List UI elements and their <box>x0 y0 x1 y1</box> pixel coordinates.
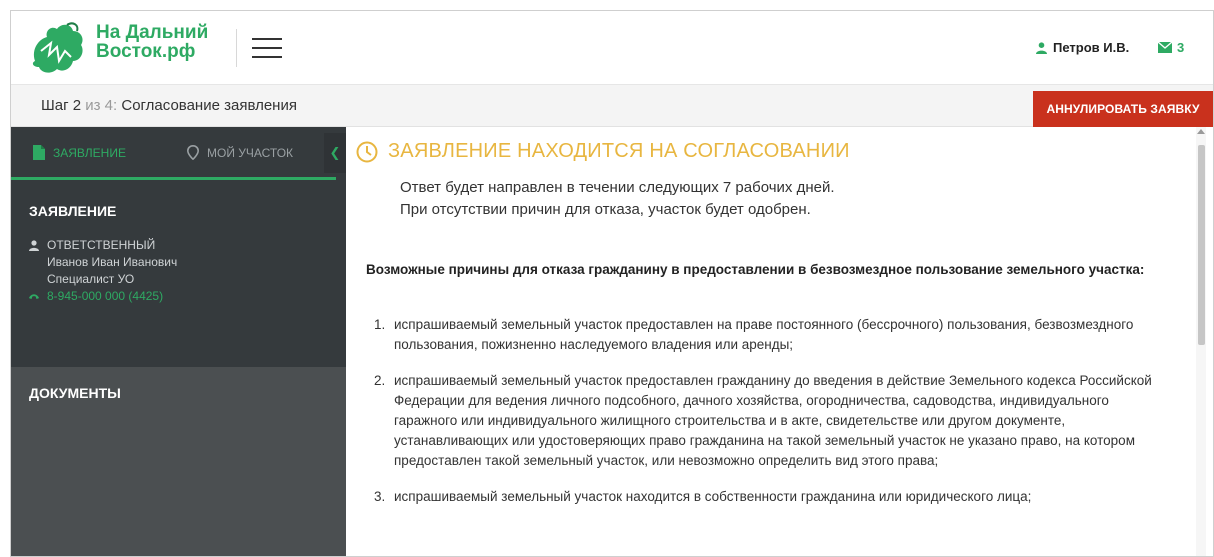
step-bar: Шаг 2 из 4: Согласование заявления АННУЛ… <box>11 85 1213 127</box>
reasons-title: Возможные причины для отказа гражданину … <box>366 262 1145 277</box>
header: На Дальний Восток.рф Петров И.В. 3 <box>11 11 1213 85</box>
brand-line-2: Восток.рф <box>96 41 196 62</box>
responsible-info: ОТВЕТСТВЕННЫЙ Иванов Иван Иванович Специ… <box>29 237 177 305</box>
menu-icon[interactable] <box>252 38 282 60</box>
envelope-icon <box>1158 42 1172 53</box>
map-pin-icon <box>187 145 199 160</box>
list-item: 2. испрашиваемый земельный участок предо… <box>374 371 1174 471</box>
clock-icon <box>356 141 378 162</box>
chevron-left-icon: ❮ <box>329 145 341 160</box>
user-icon <box>1036 41 1047 54</box>
list-item: 1. испрашиваемый земельный участок предо… <box>374 315 1174 355</box>
sidebar-tabs: ЗАЯВЛЕНИЕ МОЙ УЧАСТОК ❮ <box>11 127 346 180</box>
list-item-text: испрашиваемый земельный участок предоста… <box>394 373 1152 468</box>
step-title: Согласование заявления <box>121 97 297 114</box>
tab-application[interactable]: ЗАЯВЛЕНИЕ <box>33 145 126 160</box>
reasons-list: 1. испрашиваемый земельный участок предо… <box>374 315 1174 523</box>
step-of: из 4: <box>85 97 118 114</box>
scrollbar-thumb[interactable] <box>1198 145 1205 345</box>
scroll-up-icon[interactable] <box>1197 129 1205 134</box>
active-tab-indicator <box>11 177 336 180</box>
main-content: ЗАЯВЛЕНИЕ НАХОДИТСЯ НА СОГЛАСОВАНИИ Отве… <box>346 127 1206 556</box>
list-item: 3. испрашиваемый земельный участок наход… <box>374 487 1174 507</box>
responsible-role: Специалист УО <box>47 272 135 286</box>
list-item-number: 1. <box>374 317 386 332</box>
status-note: Ответ будет направлен в течении следующи… <box>400 177 835 221</box>
responsible-phone: 8-945-000 000 (4425) <box>47 289 164 303</box>
status-header: ЗАЯВЛЕНИЕ НАХОДИТСЯ НА СОГЛАСОВАНИИ <box>356 140 850 163</box>
list-item-text: испрашиваемый земельный участок предоста… <box>394 317 1134 352</box>
step-indicator: Шаг 2 из 4: Согласование заявления <box>41 97 297 114</box>
step-current: 2 <box>72 97 82 114</box>
content-scrollbar[interactable] <box>1196 127 1206 556</box>
collapse-sidebar-button[interactable]: ❮ <box>324 133 346 173</box>
list-item-text: испрашиваемый земельный участок находитс… <box>394 489 1032 504</box>
brand-name[interactable]: На Дальний Восток.рф <box>96 23 208 61</box>
sidebar-application-panel: ЗАЯВЛЕНИЕ МОЙ УЧАСТОК ❮ ЗАЯВЛЕНИЕ ОТВЕТС… <box>11 127 346 367</box>
tab-my-plot[interactable]: МОЙ УЧАСТОК <box>187 145 293 160</box>
sidebar: ЗАЯВЛЕНИЕ МОЙ УЧАСТОК ❮ ЗАЯВЛЕНИЕ ОТВЕТС… <box>11 127 346 556</box>
responsible-name: Иванов Иван Иванович <box>47 255 178 269</box>
app-window: На Дальний Восток.рф Петров И.В. 3 Шаг 2 <box>10 10 1214 557</box>
note-line-2: При отсутствии причин для отказа, участо… <box>400 201 811 218</box>
user-name: Петров И.В. <box>1053 40 1130 55</box>
messages-link[interactable]: 3 <box>1158 40 1184 55</box>
document-icon <box>33 145 45 160</box>
section-title-application: ЗАЯВЛЕНИЕ <box>29 203 117 219</box>
step-label: Шаг <box>41 97 69 114</box>
logo-icon[interactable] <box>27 21 87 77</box>
tab-application-label: ЗАЯВЛЕНИЕ <box>53 145 126 160</box>
section-title-documents[interactable]: ДОКУМЕНТЫ <box>29 385 121 401</box>
user-menu[interactable]: Петров И.В. <box>1036 40 1129 55</box>
user-icon <box>29 240 39 251</box>
brand-line-1: На Дальний <box>96 22 209 43</box>
responsible-phone-row[interactable]: 8-945-000 000 (4425) <box>29 288 177 305</box>
header-divider <box>236 29 237 67</box>
responsible-label: ОТВЕТСТВЕННЫЙ <box>47 238 156 252</box>
list-item-number: 2. <box>374 373 386 388</box>
messages-count: 3 <box>1177 40 1185 55</box>
cancel-application-button[interactable]: АННУЛИРОВАТЬ ЗАЯВКУ <box>1033 91 1213 127</box>
status-title: ЗАЯВЛЕНИЕ НАХОДИТСЯ НА СОГЛАСОВАНИИ <box>388 140 850 162</box>
phone-icon <box>29 294 39 299</box>
tab-my-plot-label: МОЙ УЧАСТОК <box>207 145 294 160</box>
list-item-number: 3. <box>374 489 386 504</box>
note-line-1: Ответ будет направлен в течении следующи… <box>400 179 835 196</box>
